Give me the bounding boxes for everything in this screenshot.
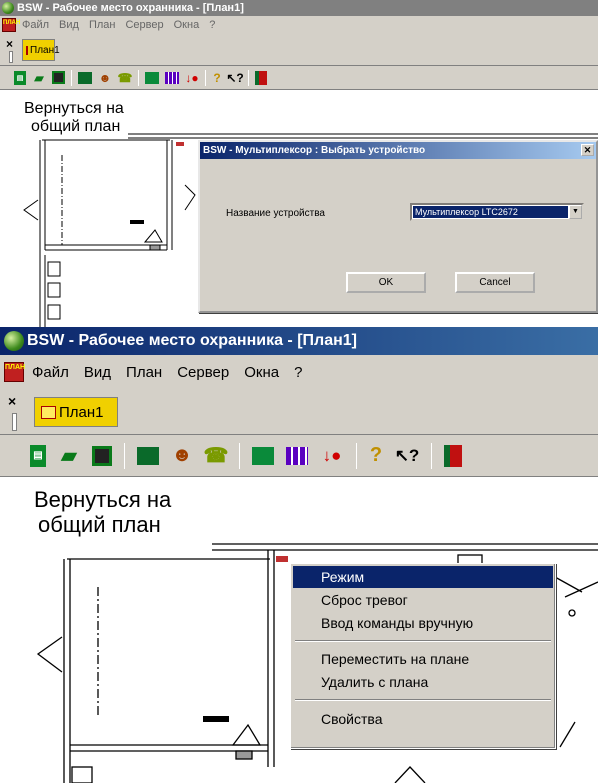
- menu-plan[interactable]: План: [89, 19, 116, 31]
- tab-close-icon[interactable]: ×: [8, 393, 16, 409]
- help-icon[interactable]: ?: [369, 444, 383, 467]
- device-name-label: Название устройства: [226, 208, 325, 219]
- exit-door-icon[interactable]: [444, 444, 462, 467]
- menu-bar: ПЛАН Файл Вид План Сервер Окна ?: [0, 16, 598, 34]
- plan-canvas: Вернуться на общий план BSW - Мультиплек…: [0, 90, 598, 327]
- doc-green-icon[interactable]: ▤: [30, 444, 46, 467]
- help-icon[interactable]: ?: [212, 71, 222, 85]
- menu-windows[interactable]: Окна: [244, 364, 279, 381]
- menu-plan[interactable]: План: [126, 364, 162, 381]
- windows-icon[interactable]: [252, 446, 274, 465]
- tab-label: План1: [30, 44, 60, 56]
- sensor-mark[interactable]: [130, 220, 144, 224]
- menu-help[interactable]: ?: [209, 19, 215, 31]
- menu-item-mode[interactable]: Режим: [293, 566, 553, 588]
- window-title: BSW - Рабочее место охранника - [План1]: [27, 332, 357, 349]
- save-icon[interactable]: [52, 71, 65, 84]
- device-select-value: Мультиплексор LTC2672: [413, 206, 568, 218]
- grip-handle[interactable]: [9, 51, 13, 63]
- plan-canvas: Вернуться на общий план Режим Сброс трев…: [0, 477, 598, 783]
- menu-item-properties[interactable]: Свойства: [293, 708, 553, 730]
- dialog-close-button[interactable]: ✕: [581, 144, 594, 156]
- menu-help[interactable]: ?: [294, 364, 302, 381]
- screenshot-bottom: BSW - Рабочее место охранника - [План1] …: [0, 327, 598, 783]
- back-to-overview-link[interactable]: Вернуться на общий план: [22, 100, 124, 137]
- monitor-icon[interactable]: [78, 71, 92, 84]
- tab-plan-icon: [26, 45, 28, 55]
- whats-this-icon[interactable]: ↖?: [226, 71, 243, 85]
- grip-handle[interactable]: [12, 413, 17, 431]
- dialog-title-bar: BSW - Мультиплексор : Выбрать устройство…: [200, 142, 596, 159]
- window-title: BSW - Рабочее место охранника - [План1]: [17, 2, 244, 14]
- menu-item-manual-command[interactable]: Ввод команды вручную: [293, 612, 553, 634]
- tab-plan-icon: [41, 405, 56, 419]
- device-select[interactable]: Мультиплексор LTC2672 ▼: [410, 203, 584, 221]
- toolbar: ▤ ▰ ☻ ☎ ↓● ? ↖?: [0, 66, 598, 90]
- tab-strip: × План1: [0, 389, 598, 435]
- multiplexer-device-icon[interactable]: [276, 556, 288, 562]
- menu-server[interactable]: Сервер: [177, 364, 229, 381]
- screenshot-top: BSW - Рабочее место охранника - [План1] …: [0, 0, 598, 327]
- menu-item-reset-alarms[interactable]: Сброс тревог: [293, 589, 553, 611]
- title-bar: BSW - Рабочее место охранника - [План1]: [0, 327, 598, 355]
- phone-icon[interactable]: ☎: [204, 445, 229, 467]
- alarm-icon[interactable]: ↓●: [320, 445, 344, 467]
- dialog-title: BSW - Мультиплексор : Выбрать устройство: [203, 145, 426, 156]
- cancel-button[interactable]: Cancel: [455, 272, 535, 293]
- exit-door-icon[interactable]: [255, 70, 267, 85]
- title-bar: BSW - Рабочее место охранника - [План1]: [0, 0, 598, 16]
- windows-icon[interactable]: [145, 71, 159, 84]
- app-logo-icon: [4, 331, 24, 351]
- doc-green-icon[interactable]: ▤: [14, 70, 26, 85]
- columns-icon[interactable]: [165, 71, 179, 84]
- ok-button[interactable]: OK: [346, 272, 426, 293]
- menu-file[interactable]: Файл: [32, 364, 69, 381]
- app-logo-icon: [2, 2, 14, 14]
- whats-this-icon[interactable]: ↖?: [395, 445, 420, 467]
- tab-plan1[interactable]: План1: [34, 397, 118, 427]
- monitor-icon[interactable]: [137, 446, 159, 465]
- menu-windows[interactable]: Окна: [174, 19, 200, 31]
- select-device-dialog: BSW - Мультиплексор : Выбрать устройство…: [198, 140, 598, 313]
- alarm-icon[interactable]: ↓●: [185, 71, 199, 85]
- document-icon[interactable]: ПЛАН: [2, 18, 20, 32]
- tab-strip: × План1: [0, 34, 598, 66]
- back-to-overview-link[interactable]: Вернуться на общий план: [34, 487, 171, 538]
- menu-bar: ПЛАН Файл Вид План Сервер Окна ?: [0, 355, 598, 389]
- menu-server[interactable]: Сервер: [125, 19, 163, 31]
- tab-label: План1: [59, 403, 104, 421]
- menu-item-move-on-plan[interactable]: Переместить на плане: [293, 648, 553, 670]
- save-icon[interactable]: [92, 445, 112, 466]
- document-icon[interactable]: ПЛАН: [4, 362, 25, 382]
- sensor-mark[interactable]: [203, 716, 229, 722]
- folder-open-icon[interactable]: ▰: [58, 445, 80, 467]
- columns-icon[interactable]: [286, 446, 308, 465]
- multiplexer-device-icon[interactable]: [176, 142, 184, 146]
- menu-separator: [295, 699, 551, 701]
- tab-close-icon[interactable]: ×: [6, 37, 13, 51]
- menu-separator: [295, 640, 551, 642]
- menu-view[interactable]: Вид: [84, 364, 111, 381]
- users-icon[interactable]: ☻: [171, 444, 193, 467]
- menu-file[interactable]: Файл: [22, 19, 49, 31]
- users-icon[interactable]: ☻: [98, 71, 112, 85]
- toolbar: ▤ ▰ ☻ ☎ ↓● ? ↖?: [0, 435, 598, 477]
- menu-view[interactable]: Вид: [59, 19, 79, 31]
- chevron-down-icon[interactable]: ▼: [569, 205, 582, 219]
- tab-plan1[interactable]: План1: [22, 39, 60, 61]
- menu-item-remove-from-plan[interactable]: Удалить с плана: [293, 671, 553, 693]
- folder-open-icon[interactable]: ▰: [32, 71, 46, 85]
- phone-icon[interactable]: ☎: [118, 71, 133, 85]
- device-context-menu: Режим Сброс тревог Ввод команды вручную …: [290, 563, 556, 749]
